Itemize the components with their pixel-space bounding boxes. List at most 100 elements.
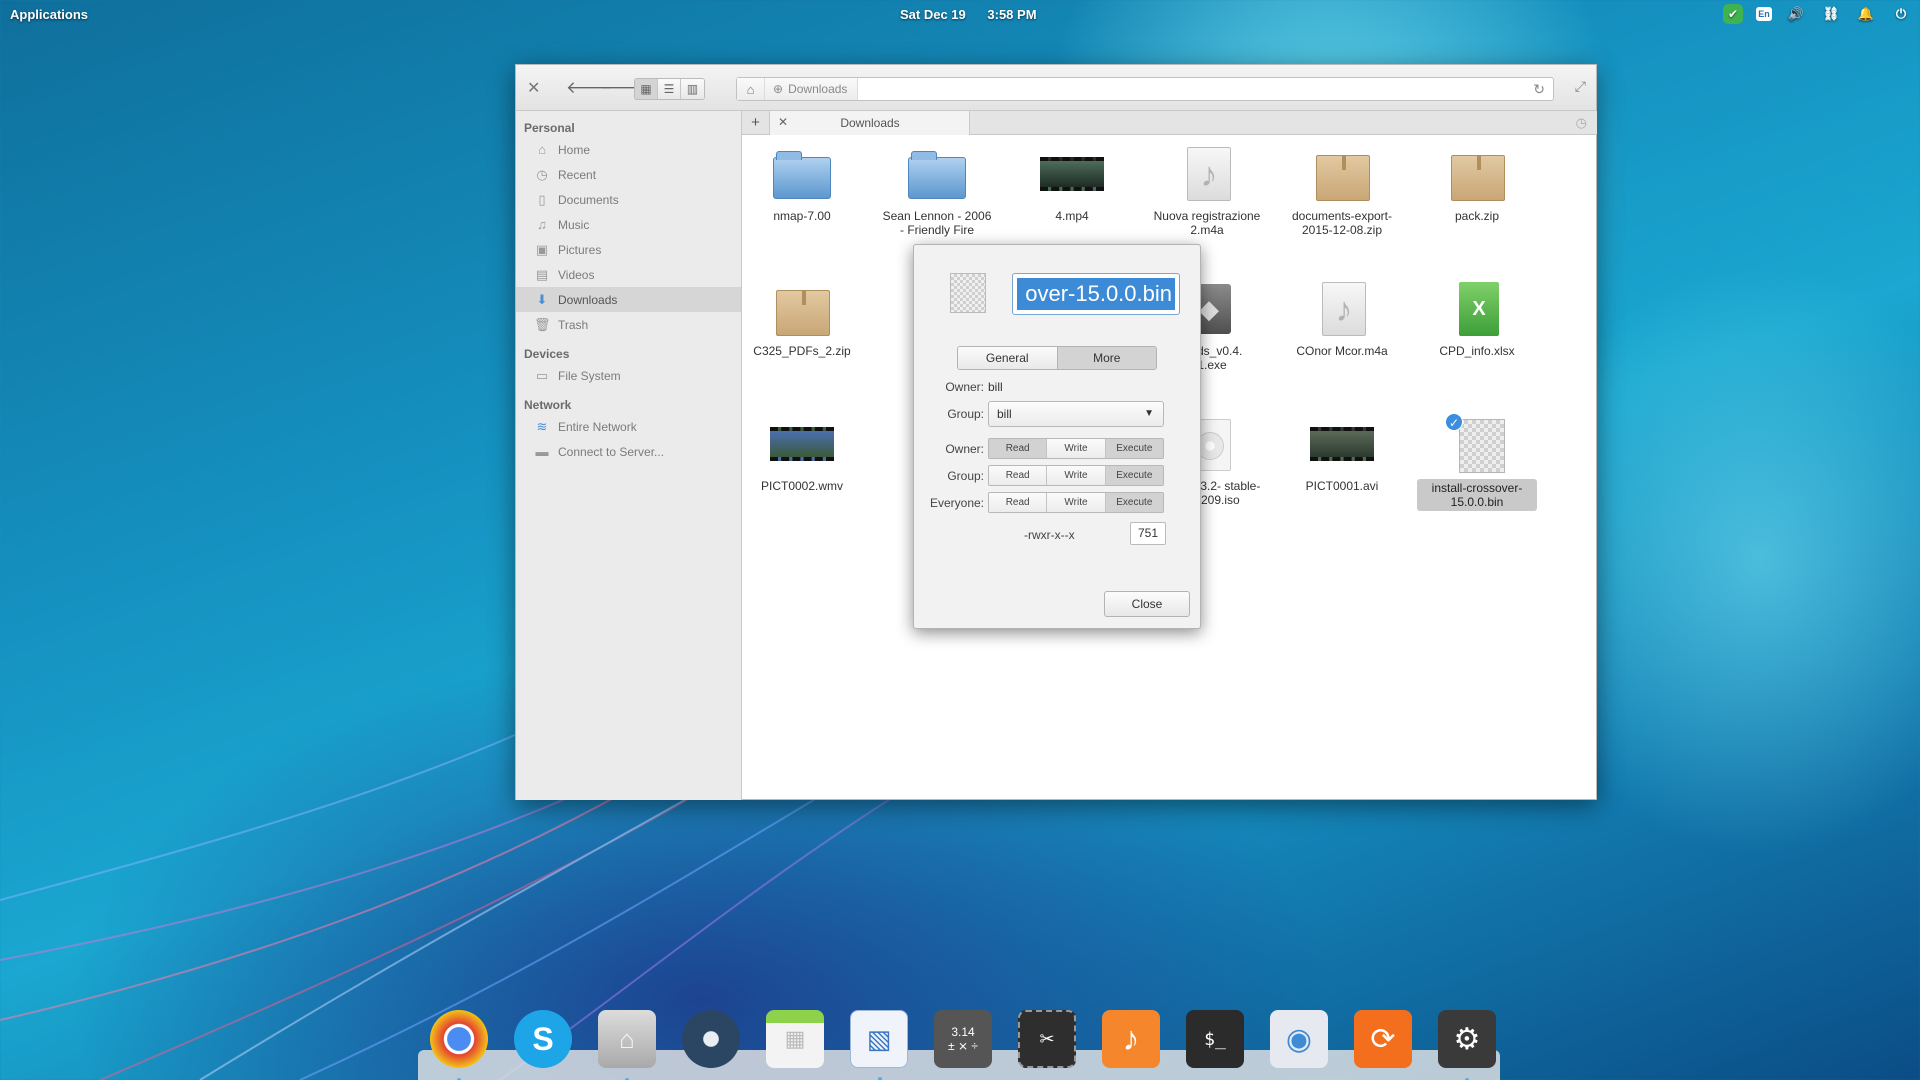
close-window-icon[interactable]: ✕: [527, 78, 540, 98]
everyone-permissions: Read Write Execute: [988, 492, 1164, 513]
trash-icon: 🗑: [534, 316, 551, 332]
clock[interactable]: Sat Dec 19 3:58 PM: [900, 7, 1037, 22]
files-icon[interactable]: ⌂: [598, 1010, 656, 1080]
sidebar-item-videos[interactable]: ▤ Videos: [516, 262, 741, 287]
everyone-execute-toggle[interactable]: Execute: [1105, 493, 1163, 512]
binary-file-icon: [950, 273, 986, 313]
file-item[interactable]: nmap-7.00: [742, 147, 862, 223]
file-item[interactable]: ♪ Nuova registrazione 2.m4a: [1147, 147, 1267, 237]
close-button[interactable]: Close: [1104, 591, 1190, 617]
sidebar-item-recent[interactable]: ◷ Recent: [516, 162, 741, 187]
sidebar-item-pictures[interactable]: ▣ Pictures: [516, 237, 741, 262]
tab-general[interactable]: General: [958, 347, 1057, 369]
tab-more[interactable]: More: [1056, 347, 1156, 369]
sidebar-item-label: Videos: [558, 267, 595, 282]
power-icon[interactable]: ⏻: [1890, 4, 1912, 24]
group-read-toggle[interactable]: Read: [989, 466, 1048, 485]
owner-execute-toggle[interactable]: Execute: [1105, 439, 1163, 458]
settings-icon[interactable]: ⚙: [1438, 1010, 1496, 1080]
owner-label: Owner:: [945, 380, 984, 394]
file-label: pack.zip: [1454, 209, 1500, 223]
grid-view-icon[interactable]: ▦: [635, 79, 658, 99]
applications-menu[interactable]: Applications: [10, 7, 88, 22]
everyone-read-toggle[interactable]: Read: [989, 493, 1048, 512]
archive-icon: [1310, 147, 1374, 203]
videos-icon: ▤: [535, 266, 549, 282]
toolbar: ✕ 🡐 🡒 ▦ ☰ ▥ ⌂ ⊕ Downloads ↻ ⤢: [516, 65, 1596, 111]
calculator-display: 3.14: [951, 1025, 975, 1039]
sidebar-item-entire-network[interactable]: ≋ Entire Network: [516, 414, 741, 439]
sidebar-item-connect-server[interactable]: ▬ Connect to Server...: [516, 439, 741, 464]
maximize-icon[interactable]: ⤢: [1575, 78, 1586, 95]
screenshot-icon[interactable]: ✂: [1018, 1010, 1076, 1068]
file-item[interactable]: X CPD_info.xlsx: [1417, 282, 1537, 358]
tab-bar: + ✕ Downloads ◷: [742, 111, 1597, 135]
owner-read-toggle[interactable]: Read: [989, 439, 1048, 458]
notification-icon[interactable]: 🔔: [1855, 4, 1877, 24]
filename-field[interactable]: over-15.0.0.bin: [1012, 273, 1180, 315]
path-bar[interactable]: ⌂ ⊕ Downloads ↻: [736, 77, 1554, 101]
system-tray: ✔ En 🔊 ⛓ 🔔 ⏻: [1723, 4, 1912, 24]
music-player-icon[interactable]: ♪: [1102, 1010, 1160, 1068]
sidebar-item-label: Music: [558, 217, 590, 232]
pictures-icon: ▣: [535, 241, 549, 257]
top-panel: Applications Sat Dec 19 3:58 PM ✔ En 🔊 ⛓…: [0, 0, 1920, 28]
home-icon[interactable]: ⌂: [737, 78, 765, 100]
folder-icon: [770, 147, 834, 203]
tab-downloads[interactable]: ✕ Downloads: [770, 111, 970, 135]
date-label: Sat Dec 19: [900, 7, 966, 22]
reload-icon[interactable]: ↻: [1533, 81, 1545, 98]
sidebar-item-label: Trash: [558, 317, 589, 332]
dock-icons: S ⌂ ▦ ▧ 3.14 ± ⨯ ÷ ✂ ♪ $_ ◉ ⟳ ⚙: [430, 1010, 1496, 1080]
file-label: PICT0002.wmv: [760, 479, 844, 493]
sidebar-item-music[interactable]: ♫ Music: [516, 212, 741, 237]
file-label: nmap-7.00: [773, 209, 831, 223]
toggle-icon[interactable]: ◉: [1270, 1010, 1328, 1068]
image-viewer-icon[interactable]: ▧: [850, 1010, 908, 1080]
file-item[interactable]: C325_PDFs_2.zip: [742, 282, 862, 358]
file-item[interactable]: PICT0001.avi: [1282, 417, 1402, 493]
file-item[interactable]: ♪ COnor Mcor.m4a: [1282, 282, 1402, 358]
file-item[interactable]: Sean Lennon - 2006 - Friendly Fire: [877, 147, 997, 237]
network-icon[interactable]: ⛓: [1820, 4, 1842, 24]
spreadsheet-icon: X: [1445, 282, 1509, 338]
new-tab-icon[interactable]: +: [742, 111, 770, 134]
sidebar-item-trash[interactable]: 🗑 Trash: [516, 312, 741, 337]
home-icon: ⌂: [538, 142, 546, 157]
group-dropdown[interactable]: bill ▼: [988, 401, 1164, 427]
everyone-write-toggle[interactable]: Write: [1047, 493, 1106, 512]
history-icon[interactable]: ◷: [1576, 115, 1587, 131]
file-item[interactable]: 4.mp4: [1012, 147, 1132, 223]
column-view-icon[interactable]: ▥: [681, 79, 704, 99]
file-item-selected[interactable]: ✓ install-crossover-15.0.0.bin: [1417, 413, 1537, 511]
steam-icon[interactable]: [682, 1010, 740, 1068]
owner-write-toggle[interactable]: Write: [1047, 439, 1106, 458]
volume-icon[interactable]: 🔊: [1785, 4, 1807, 24]
terminal-icon[interactable]: $_: [1186, 1010, 1244, 1068]
folder-icon: [905, 147, 969, 203]
sidebar-item-documents[interactable]: ▯ Documents: [516, 187, 741, 212]
file-item[interactable]: PICT0002.wmv: [742, 417, 862, 493]
skype-icon[interactable]: S: [514, 1010, 572, 1068]
group-permissions: Read Write Execute: [988, 465, 1164, 486]
file-item[interactable]: documents-export-2015-12-08.zip: [1282, 147, 1402, 237]
calculator-icon[interactable]: 3.14 ± ⨯ ÷: [934, 1010, 992, 1068]
group-write-toggle[interactable]: Write: [1047, 466, 1106, 485]
calendar-icon[interactable]: ▦: [766, 1010, 824, 1068]
keyboard-icon[interactable]: En: [1756, 7, 1772, 21]
sidebar-item-downloads[interactable]: ⬇ Downloads: [516, 287, 741, 312]
sync-icon[interactable]: ⟳: [1354, 1010, 1412, 1068]
checkmark-icon[interactable]: ✓: [1445, 413, 1463, 431]
sidebar-item-home[interactable]: ⌂ Home: [516, 137, 741, 162]
file-item[interactable]: pack.zip: [1417, 147, 1537, 223]
octal-permission-field[interactable]: 751: [1130, 522, 1166, 545]
video-file-icon: [770, 417, 834, 473]
shield-check-icon[interactable]: ✔: [1723, 4, 1743, 24]
group-execute-toggle[interactable]: Execute: [1105, 466, 1163, 485]
sidebar-item-file-system[interactable]: ▭ File System: [516, 363, 741, 388]
file-label: Sean Lennon - 2006 - Friendly Fire: [882, 209, 992, 237]
tab-label: Downloads: [840, 116, 900, 130]
chrome-icon[interactable]: [430, 1010, 488, 1080]
breadcrumb-downloads[interactable]: ⊕ Downloads: [765, 78, 859, 100]
list-view-icon[interactable]: ☰: [658, 79, 681, 99]
